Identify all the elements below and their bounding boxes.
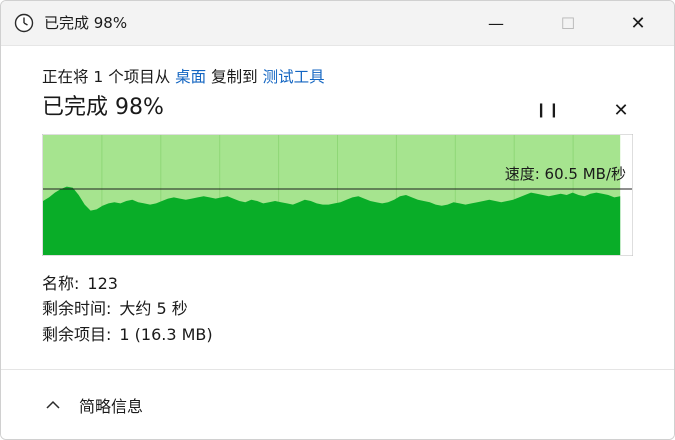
name-label: 名称: xyxy=(42,274,80,293)
title-bar[interactable]: 已完成 98% — ☐ ✕ xyxy=(1,1,674,46)
time-value: 大约 5 秒 xyxy=(119,299,188,318)
minimize-icon: — xyxy=(488,13,504,33)
chevron-up-icon xyxy=(46,400,60,409)
items-label: 剩余项目: xyxy=(42,325,112,344)
cancel-icon: ✕ xyxy=(613,99,629,121)
close-icon: ✕ xyxy=(630,12,646,34)
less-details-toggle[interactable]: 简略信息 xyxy=(45,392,143,418)
speed-chart: 速度: 60.5 MB/秒 xyxy=(42,134,633,256)
items-value: 1 (16.3 MB) xyxy=(119,325,213,344)
close-button[interactable]: ✕ xyxy=(615,1,661,45)
window-title: 已完成 98% xyxy=(44,14,128,32)
pause-button[interactable]: ❙❙ xyxy=(535,98,561,122)
desc-prefix: 正在将 1 个项目从 xyxy=(42,68,171,86)
progress-heading: 已完成 98% xyxy=(42,95,164,120)
progress-content: 正在将 1 个项目从 桌面 复制到 测试工具 已完成 98% ❙❙ ✕ 速度: … xyxy=(1,46,674,368)
detail-name: 名称: 123 xyxy=(42,273,118,295)
cancel-button[interactable]: ✕ xyxy=(609,98,633,122)
time-label: 剩余时间: xyxy=(42,299,112,318)
footer: 简略信息 xyxy=(1,369,674,439)
detail-items-remaining: 剩余项目: 1 (16.3 MB) xyxy=(42,324,213,346)
desc-middle: 复制到 xyxy=(211,68,258,86)
detail-time-remaining: 剩余时间: 大约 5 秒 xyxy=(42,298,188,320)
speed-label: 速度: 60.5 MB/秒 xyxy=(505,165,626,183)
name-value: 123 xyxy=(87,274,118,293)
destination-folder-link[interactable]: 测试工具 xyxy=(263,68,325,86)
operation-description: 正在将 1 个项目从 桌面 复制到 测试工具 xyxy=(42,66,325,88)
pause-icon: ❙❙ xyxy=(535,102,561,118)
clock-icon xyxy=(14,13,34,33)
minimize-button[interactable]: — xyxy=(473,1,519,45)
maximize-button[interactable]: ☐ xyxy=(545,1,591,45)
source-folder-link[interactable]: 桌面 xyxy=(175,68,206,86)
maximize-icon: ☐ xyxy=(560,13,576,33)
copy-progress-window: 已完成 98% — ☐ ✕ 正在将 1 个项目从 桌面 复制到 测试工具 已完成… xyxy=(0,0,675,440)
less-details-label: 简略信息 xyxy=(79,397,144,416)
